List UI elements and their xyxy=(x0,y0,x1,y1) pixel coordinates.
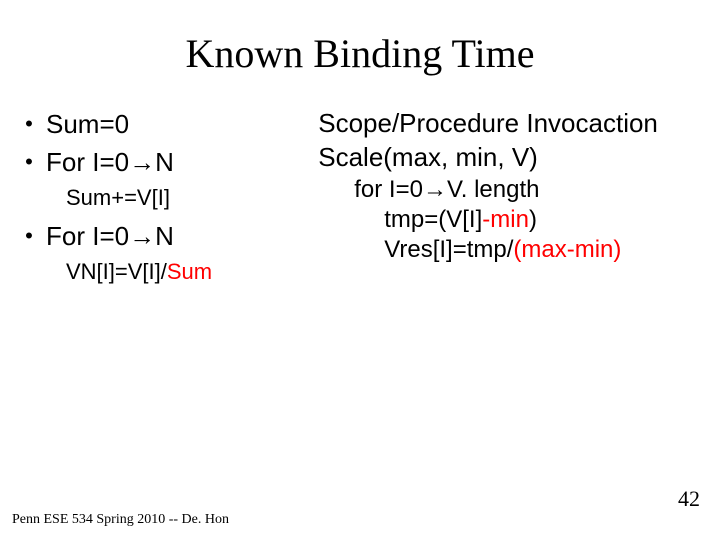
content-area: • Sum=0 • For I=0→N Sum+=V[I] • For I=0→… xyxy=(0,77,720,293)
bullet-1-text: Sum=0 xyxy=(46,107,129,141)
bullet-2-sub: Sum+=V[I] xyxy=(66,183,318,213)
l2-text-c: ) xyxy=(529,206,537,233)
sub-text: VN[I]=V[I]/ xyxy=(66,259,167,284)
l2-text-red: -min xyxy=(482,206,529,233)
for-suffix: V. length xyxy=(447,176,540,203)
bullet-dot-icon: • xyxy=(12,145,46,179)
right-line-1: for I=0→V. length xyxy=(354,175,708,205)
for-prefix: For I=0 xyxy=(46,221,129,251)
for-suffix: N xyxy=(155,147,174,177)
right-header-1: Scope/Procedure Invocaction xyxy=(318,107,708,139)
sub-text-red: Sum xyxy=(167,259,212,284)
bullet-2: • For I=0→N xyxy=(12,145,318,179)
slide-title: Known Binding Time xyxy=(0,0,720,77)
for-prefix: for I=0 xyxy=(354,176,423,203)
bullet-dot-icon: • xyxy=(12,219,46,253)
right-line-2: tmp=(V[I]-min) xyxy=(384,205,708,235)
slide: Known Binding Time • Sum=0 • For I=0→N S… xyxy=(0,0,720,540)
right-line-3: Vres[I]=tmp/(max-min) xyxy=(384,235,708,265)
bullet-3-sub: VN[I]=V[I]/Sum xyxy=(66,257,318,287)
footer-text: Penn ESE 534 Spring 2010 -- De. Hon xyxy=(12,512,229,528)
for-suffix: N xyxy=(155,221,174,251)
l2-text-a: tmp=(V[I] xyxy=(384,206,482,233)
l3-text-red: (max-min) xyxy=(513,236,621,263)
arrow-icon: → xyxy=(423,176,447,203)
bullet-1: • Sum=0 xyxy=(12,107,318,141)
bullet-2-text: For I=0→N xyxy=(46,145,174,179)
arrow-icon: → xyxy=(129,221,155,251)
right-column: Scope/Procedure Invocaction Scale(max, m… xyxy=(318,107,708,293)
bullet-3: • For I=0→N xyxy=(12,219,318,253)
for-prefix: For I=0 xyxy=(46,147,129,177)
l3-text-a: Vres[I]=tmp/ xyxy=(384,236,513,263)
page-number: 42 xyxy=(678,486,700,512)
bullet-dot-icon: • xyxy=(12,107,46,141)
arrow-icon: → xyxy=(129,147,155,177)
right-header-2: Scale(max, min, V) xyxy=(318,141,708,173)
left-column: • Sum=0 • For I=0→N Sum+=V[I] • For I=0→… xyxy=(12,107,318,293)
bullet-3-text: For I=0→N xyxy=(46,219,174,253)
